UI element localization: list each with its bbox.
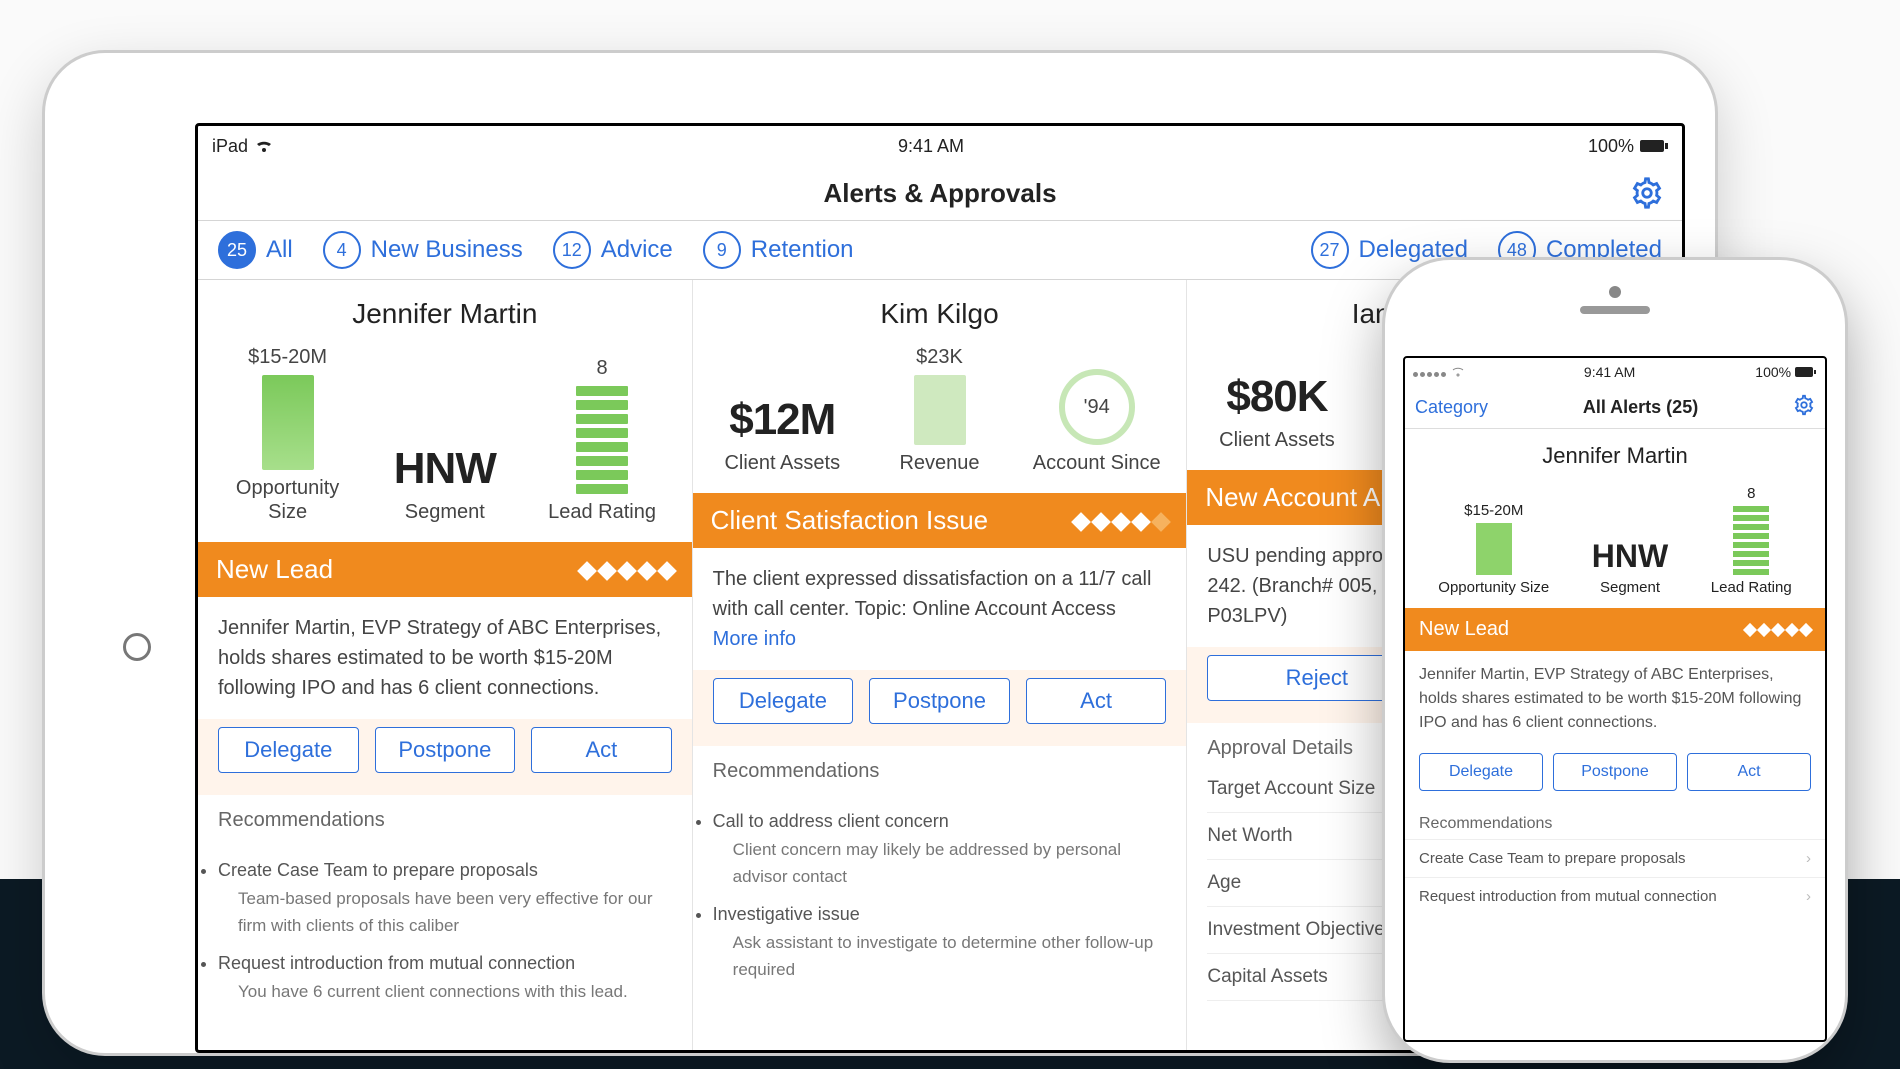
metric-segment: HNW Segment (1592, 538, 1668, 596)
metric-lead-rating: 8 Lead Rating (1711, 485, 1792, 596)
metric-account-since: '94 Account Since (1025, 369, 1168, 475)
alert-banner: New Lead (1405, 608, 1825, 651)
priority-icon (1068, 505, 1168, 536)
postpone-button[interactable]: Postpone (869, 678, 1010, 724)
iphone-screen: 9:41 AM 100% Category All Alerts (25) Je… (1403, 356, 1827, 1042)
recommendations-list: Create Case Team to prepare proposalsTea… (198, 856, 692, 1035)
more-info-link[interactable]: More info (713, 628, 796, 650)
signal-icon (1413, 364, 1464, 380)
delegate-button[interactable]: Delegate (218, 727, 359, 773)
ring-icon: '94 (1059, 369, 1135, 445)
postpone-button[interactable]: Postpone (1553, 753, 1677, 791)
recommendation-item[interactable]: Create Case Team to prepare proposalsTea… (218, 856, 672, 939)
recommendation-item[interactable]: Create Case Team to prepare proposals› (1405, 839, 1825, 877)
action-row: Delegate Postpone Act (198, 719, 692, 795)
tab-retention[interactable]: 9Retention (703, 231, 854, 269)
metric-client-assets: $12M Client Assets (711, 395, 854, 475)
page-title: All Alerts (25) (1583, 397, 1698, 418)
gear-icon (1630, 197, 1664, 214)
recommendation-item[interactable]: Request introduction from mutual connect… (218, 949, 672, 1005)
tab-new-business[interactable]: 4New Business (323, 231, 523, 269)
alert-description: The client expressed dissatisfaction on … (693, 548, 1187, 670)
ipad-home-button (123, 633, 151, 661)
metric-opportunity-size: $15-20M Opportunity Size (216, 346, 359, 524)
clock-label: 9:41 AM (898, 136, 964, 157)
postpone-button[interactable]: Postpone (375, 727, 516, 773)
rating-bars-icon (1733, 506, 1769, 575)
settings-button[interactable] (1630, 176, 1664, 215)
gear-icon (1793, 394, 1815, 416)
recommendation-item[interactable]: Call to address client concernClient con… (713, 807, 1167, 890)
banner-title: Client Satisfaction Issue (711, 505, 988, 536)
metric-segment: HNW Segment (373, 444, 516, 524)
tab-label: All (266, 236, 293, 264)
tab-label: New Business (371, 236, 523, 264)
iphone-speaker (1580, 306, 1650, 314)
priority-icon (574, 554, 674, 585)
iphone-device: 9:41 AM 100% Category All Alerts (25) Je… (1385, 260, 1845, 1060)
recommendations-list: Call to address client concernClient con… (693, 807, 1187, 1013)
bar-icon (262, 375, 314, 470)
nav-bar: Category All Alerts (25) (1405, 386, 1825, 429)
client-name: Kim Kilgo (693, 280, 1187, 336)
bar-icon (914, 375, 966, 445)
alert-description: Jennifer Martin, EVP Strategy of ABC Ent… (1405, 651, 1825, 747)
client-name: Jennifer Martin (198, 280, 692, 336)
recommendations-header: Recommendations (198, 795, 692, 838)
act-button[interactable]: Act (1026, 678, 1167, 724)
act-button[interactable]: Act (1687, 753, 1811, 791)
tab-label: Advice (601, 236, 673, 264)
page-title: Alerts & Approvals (823, 178, 1056, 209)
action-row: Delegate Postpone Act (693, 670, 1187, 746)
battery-group: 100% (1755, 364, 1817, 380)
delegate-button[interactable]: Delegate (1419, 753, 1543, 791)
delegate-button[interactable]: Delegate (713, 678, 854, 724)
recommendation-item[interactable]: Request introduction from mutual connect… (1405, 877, 1825, 915)
iphone-camera (1609, 286, 1621, 298)
status-bar: 9:41 AM 100% (1405, 358, 1825, 386)
tab-all[interactable]: 25All (218, 231, 293, 269)
client-name: Jennifer Martin (1405, 429, 1825, 477)
metric-revenue: $23K Revenue (868, 346, 1011, 475)
bar-icon (1476, 523, 1512, 575)
rating-bars-icon (576, 386, 628, 494)
battery-label: 100% (1588, 136, 1634, 157)
metric-opportunity-size: $15-20M Opportunity Size (1438, 502, 1549, 596)
priority-icon (1741, 618, 1811, 641)
banner-title: New Lead (1419, 618, 1509, 641)
chevron-right-icon: › (1806, 850, 1811, 867)
device-label: iPad (212, 136, 248, 157)
recommendations-header: Recommendations (1405, 805, 1825, 839)
tab-label: Retention (751, 236, 854, 264)
alert-banner: New Lead (198, 542, 692, 597)
recommendation-item[interactable]: Investigative issueAsk assistant to inve… (713, 900, 1167, 983)
settings-button[interactable] (1793, 394, 1815, 421)
alert-card: Jennifer Martin $15-20M Opportunity Size… (198, 280, 693, 1052)
wifi-icon (254, 138, 274, 154)
tab-advice[interactable]: 12Advice (553, 231, 673, 269)
battery-icon (1640, 139, 1668, 153)
category-back-button[interactable]: Category (1415, 397, 1488, 418)
alert-description: Jennifer Martin, EVP Strategy of ABC Ent… (198, 597, 692, 719)
alert-banner: Client Satisfaction Issue (693, 493, 1187, 548)
nav-bar: Alerts & Approvals (198, 166, 1682, 221)
act-button[interactable]: Act (531, 727, 672, 773)
clock-label: 9:41 AM (1584, 364, 1635, 380)
recommendations-header: Recommendations (693, 746, 1187, 789)
status-bar: iPad 9:41 AM 100% (198, 126, 1682, 166)
action-row: Delegate Postpone Act (1405, 747, 1825, 805)
metric-client-assets: $80K Client Assets (1205, 372, 1348, 452)
battery-icon (1795, 367, 1817, 377)
wifi-icon (1452, 367, 1464, 377)
alert-card: Kim Kilgo $12M Client Assets $23K Revenu… (693, 280, 1188, 1052)
banner-title: New Lead (216, 554, 333, 585)
metric-lead-rating: 8 Lead Rating (530, 357, 673, 524)
chevron-right-icon: › (1806, 888, 1811, 905)
